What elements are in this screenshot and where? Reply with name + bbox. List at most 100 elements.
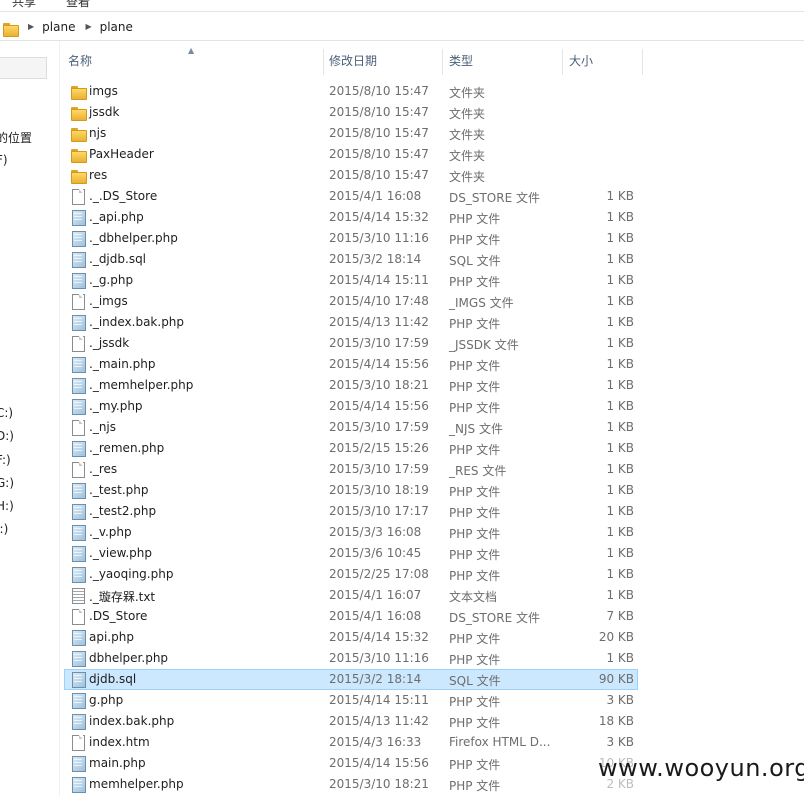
file-type: _RES 文件: [449, 464, 507, 478]
file-modified-date: 2015/4/1 16:08: [329, 189, 422, 203]
file-row[interactable]: ._test2.php 2015/3/10 17:17 PHP 文件 1 KB: [64, 501, 638, 522]
file-row[interactable]: res 2015/8/10 15:47 文件夹: [64, 165, 638, 186]
file-icon: [70, 608, 86, 625]
file-row[interactable]: .DS_Store 2015/4/1 16:08 DS_STORE 文件 7 KB: [64, 606, 638, 627]
nav-item-drive-d[interactable]: D:): [0, 429, 14, 443]
file-row[interactable]: ._api.php 2015/4/14 15:32 PHP 文件 1 KB: [64, 207, 638, 228]
file-row[interactable]: ._njs 2015/3/10 17:59 _NJS 文件 1 KB: [64, 417, 638, 438]
php-file-icon: [70, 272, 86, 289]
file-row[interactable]: index.bak.php 2015/4/13 11:42 PHP 文件 18 KB: [64, 711, 638, 732]
file-row[interactable]: ._remen.php 2015/2/15 15:26 PHP 文件 1 KB: [64, 438, 638, 459]
file-icon: [70, 419, 86, 436]
column-header-name[interactable]: 名称: [68, 54, 92, 76]
navigation-pane: 的位置 F) C:) D:) F:) G:) H:) I:): [0, 41, 60, 796]
nav-item-drive[interactable]: F): [0, 153, 8, 167]
file-modified-date: 2015/4/13 11:42: [329, 714, 429, 728]
file-type: PHP 文件: [449, 569, 501, 583]
file-row[interactable]: ._dbhelper.php 2015/3/10 11:16 PHP 文件 1 KB: [64, 228, 638, 249]
file-row[interactable]: memhelper.php2015/3/10 18:21PHP 文件2 KB: [64, 774, 638, 795]
file-row[interactable]: ._view.php 2015/3/6 10:45 PHP 文件 1 KB: [64, 543, 638, 564]
file-name: .DS_Store: [89, 609, 148, 623]
file-row[interactable]: ._my.php 2015/4/14 15:56 PHP 文件 1 KB: [64, 396, 638, 417]
file-row[interactable]: ._v.php 2015/3/3 16:08 PHP 文件 1 KB: [64, 522, 638, 543]
address-bar[interactable]: ▶ plane ▶ plane: [0, 13, 804, 41]
file-row[interactable]: ._res 2015/3/10 17:59 _RES 文件 1 KB: [64, 459, 638, 480]
file-row[interactable]: imgs 2015/8/10 15:47 文件夹: [64, 81, 638, 102]
file-row[interactable]: jssdk 2015/8/10 15:47 文件夹: [64, 102, 638, 123]
php-file-icon: [70, 398, 86, 415]
file-name: ._my.php: [89, 399, 143, 413]
file-type: PHP 文件: [449, 359, 501, 373]
file-modified-date: 2015/3/10 17:59: [329, 336, 429, 350]
nav-item-recent-places[interactable]: 的位置: [0, 129, 32, 146]
file-row[interactable]: api.php 2015/4/14 15:32 PHP 文件 20 KB: [64, 627, 638, 648]
nav-item-drive-c[interactable]: C:): [0, 406, 13, 420]
file-row[interactable]: ._.DS_Store 2015/4/1 16:08 DS_STORE 文件 1 KB: [64, 186, 638, 207]
nav-item-drive-f[interactable]: F:): [0, 453, 11, 467]
file-type: PHP 文件: [449, 443, 501, 457]
file-row[interactable]: njs 2015/8/10 15:47 文件夹: [64, 123, 638, 144]
breadcrumb-item[interactable]: plane: [100, 20, 133, 34]
php-file-icon: [70, 650, 86, 667]
column-header-modified[interactable]: 修改日期: [329, 54, 377, 76]
file-name: ._djdb.sql: [89, 252, 147, 266]
file-row[interactable]: ._index.bak.php 2015/4/13 11:42 PHP 文件 1 KB: [64, 312, 638, 333]
file-icon: [70, 188, 86, 205]
file-row[interactable]: ._g.php 2015/4/14 15:11 PHP 文件 1 KB: [64, 270, 638, 291]
file-icon: [70, 461, 86, 478]
column-header-size[interactable]: 大小: [569, 54, 593, 76]
file-name: ._yaoqing.php: [89, 567, 174, 581]
nav-search-box[interactable]: [0, 57, 47, 79]
file-modified-date: 2015/2/25 17:08: [329, 567, 429, 581]
file-row[interactable]: PaxHeader 2015/8/10 15:47 文件夹: [64, 144, 638, 165]
file-name: PaxHeader: [89, 147, 154, 161]
file-row[interactable]: ._main.php 2015/4/14 15:56 PHP 文件 1 KB: [64, 354, 638, 375]
breadcrumb-item[interactable]: plane: [42, 20, 75, 34]
php-file-icon: [70, 671, 86, 688]
file-icon: [70, 335, 86, 352]
file-size: 1 KB: [606, 462, 634, 476]
file-name: ._njs: [89, 420, 117, 434]
chevron-right-icon[interactable]: ▶: [28, 22, 34, 31]
file-size: 1 KB: [606, 210, 634, 224]
column-divider[interactable]: [442, 49, 443, 75]
file-type: 文本文档: [449, 590, 498, 604]
file-row[interactable]: ._test.php 2015/3/10 18:19 PHP 文件 1 KB: [64, 480, 638, 501]
file-row[interactable]: ._璇存槑.txt 2015/4/1 16:07 文本文档 1 KB: [64, 585, 638, 606]
file-row[interactable]: ._imgs 2015/4/10 17:48 _IMGS 文件 1 KB: [64, 291, 638, 312]
file-type: 文件夹: [449, 107, 486, 121]
column-divider[interactable]: [642, 49, 643, 75]
file-size: 1 KB: [606, 588, 634, 602]
menu-view[interactable]: 查看: [66, 0, 90, 10]
file-row[interactable]: ._memhelper.php 2015/3/10 18:21 PHP 文件 1 KB: [64, 375, 638, 396]
file-size: 1 KB: [606, 399, 634, 413]
php-file-icon: [70, 755, 86, 772]
file-row[interactable]: dbhelper.php 2015/3/10 11:16 PHP 文件 1 KB: [64, 648, 638, 669]
file-row[interactable]: djdb.sql 2015/3/2 18:14 SQL 文件 90 KB: [64, 669, 638, 690]
file-modified-date: 2015/4/14 15:32: [329, 210, 429, 224]
file-type: SQL 文件: [449, 254, 501, 268]
php-file-icon: [70, 776, 86, 793]
nav-item-drive-g[interactable]: G:): [0, 476, 14, 490]
nav-item-drive-h[interactable]: H:): [0, 499, 14, 513]
php-file-icon: [70, 692, 86, 709]
column-divider[interactable]: [323, 49, 324, 75]
file-modified-date: 2015/3/10 18:21: [329, 777, 429, 791]
file-row[interactable]: ._yaoqing.php 2015/2/25 17:08 PHP 文件 1 KB: [64, 564, 638, 585]
file-row[interactable]: ._jssdk 2015/3/10 17:59 _JSSDK 文件 1 KB: [64, 333, 638, 354]
file-type: PHP 文件: [449, 632, 501, 646]
file-name: ._test.php: [89, 483, 149, 497]
column-header-type[interactable]: 类型: [449, 54, 473, 76]
nav-item-drive-i[interactable]: I:): [0, 522, 8, 536]
file-name: ._memhelper.php: [89, 378, 194, 392]
column-divider[interactable]: [562, 49, 563, 75]
chevron-right-icon[interactable]: ▶: [85, 22, 91, 31]
php-file-icon: [70, 251, 86, 268]
file-row[interactable]: ._djdb.sql 2015/3/2 18:14 SQL 文件 1 KB: [64, 249, 638, 270]
file-size: 1 KB: [606, 315, 634, 329]
file-row[interactable]: index.htm 2015/4/3 16:33 Firefox HTML D...…: [64, 732, 638, 753]
menu-share[interactable]: 共享: [12, 0, 36, 10]
file-row[interactable]: main.php2015/4/14 15:56PHP 文件10 KB: [64, 753, 638, 774]
file-row[interactable]: g.php 2015/4/14 15:11 PHP 文件 3 KB: [64, 690, 638, 711]
file-name: jssdk: [89, 105, 120, 119]
